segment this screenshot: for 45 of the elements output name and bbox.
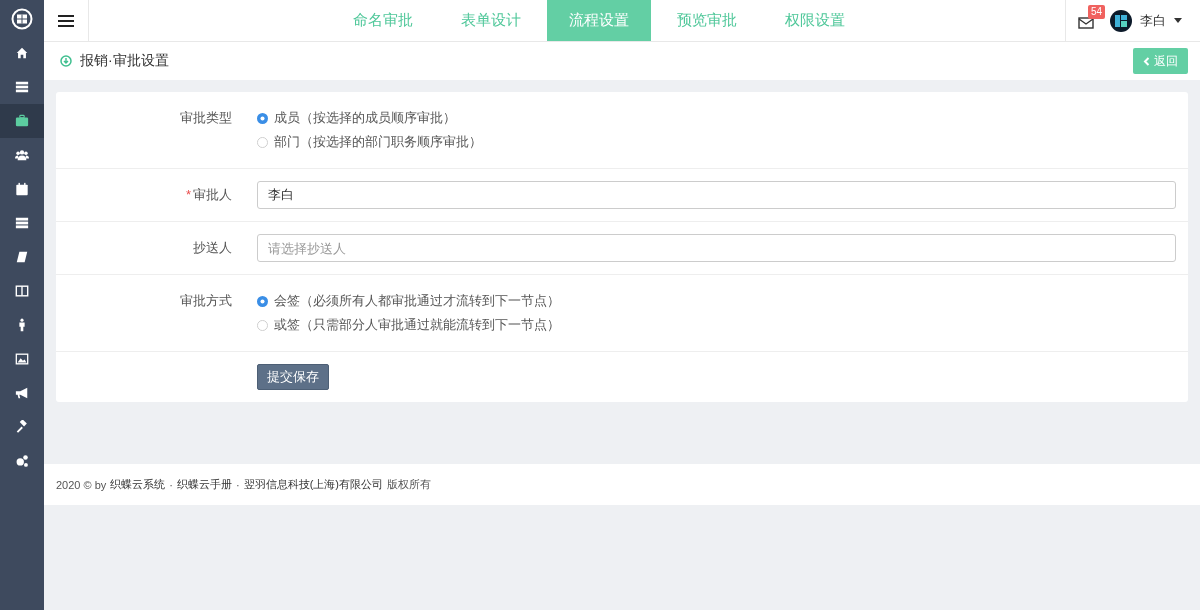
sidebar-item[interactable]: [0, 104, 44, 138]
download-circle-icon: [60, 55, 72, 67]
columns-icon: [15, 284, 29, 298]
footer-link[interactable]: 织蝶云系统: [110, 477, 166, 492]
text-field[interactable]: 李白: [257, 181, 1176, 209]
gavel-icon: [15, 420, 29, 434]
home-icon: [15, 46, 29, 60]
radio-button[interactable]: [257, 112, 268, 124]
logo-icon: [11, 8, 33, 30]
user-name[interactable]: 李白: [1140, 11, 1166, 30]
gears-icon: [15, 454, 29, 468]
mail-icon[interactable]: [1078, 15, 1094, 30]
footer-link[interactable]: 织蝶云手册: [177, 477, 232, 492]
footer-text: 版权所有: [387, 477, 431, 492]
page-title: 报销·审批设置: [80, 52, 169, 70]
field-label: 审批类型: [179, 109, 233, 127]
menu-icon: [58, 13, 74, 28]
caret-icon[interactable]: [1174, 18, 1182, 23]
field-label: 抄送人: [192, 239, 233, 257]
radio-option[interactable]: 会签（必须所有人都审批通过才流转到下一节点）: [257, 292, 560, 310]
footer-text: ·: [236, 478, 240, 491]
list-icon: [15, 80, 29, 94]
radio-button[interactable]: [257, 136, 268, 148]
footer-link[interactable]: 翌羽信息科技(上海)有限公司: [243, 477, 383, 492]
radio-button[interactable]: [257, 319, 268, 331]
radio-option[interactable]: 部门（按选择的部门职务顺序审批）: [257, 133, 482, 151]
footer-text: 2020 © by: [56, 478, 107, 491]
briefcase-icon: [15, 114, 29, 128]
notification-badge: 54: [1088, 4, 1106, 19]
submit-button[interactable]: 提交保存: [257, 364, 329, 390]
radio-option[interactable]: 或签（只需部分人审批通过就能流转到下一节点）: [257, 316, 560, 334]
field-label: 审批方式: [179, 292, 233, 310]
avatar-icon: [1110, 9, 1132, 32]
text-field[interactable]: 请选择抄送人: [257, 234, 1176, 262]
image-icon: [15, 352, 29, 366]
footer-text: ·: [169, 478, 173, 491]
book-icon: [15, 250, 29, 264]
radio-option[interactable]: 成员（按选择的成员顺序审批）: [257, 109, 482, 127]
field-label: *审批人: [184, 186, 233, 204]
server-icon: [15, 216, 29, 230]
calendar-icon: [15, 182, 29, 196]
chevron-icon: [1143, 56, 1150, 66]
users-icon: [15, 148, 29, 162]
megaphone-icon: [15, 386, 29, 400]
radio-button[interactable]: [257, 295, 268, 307]
